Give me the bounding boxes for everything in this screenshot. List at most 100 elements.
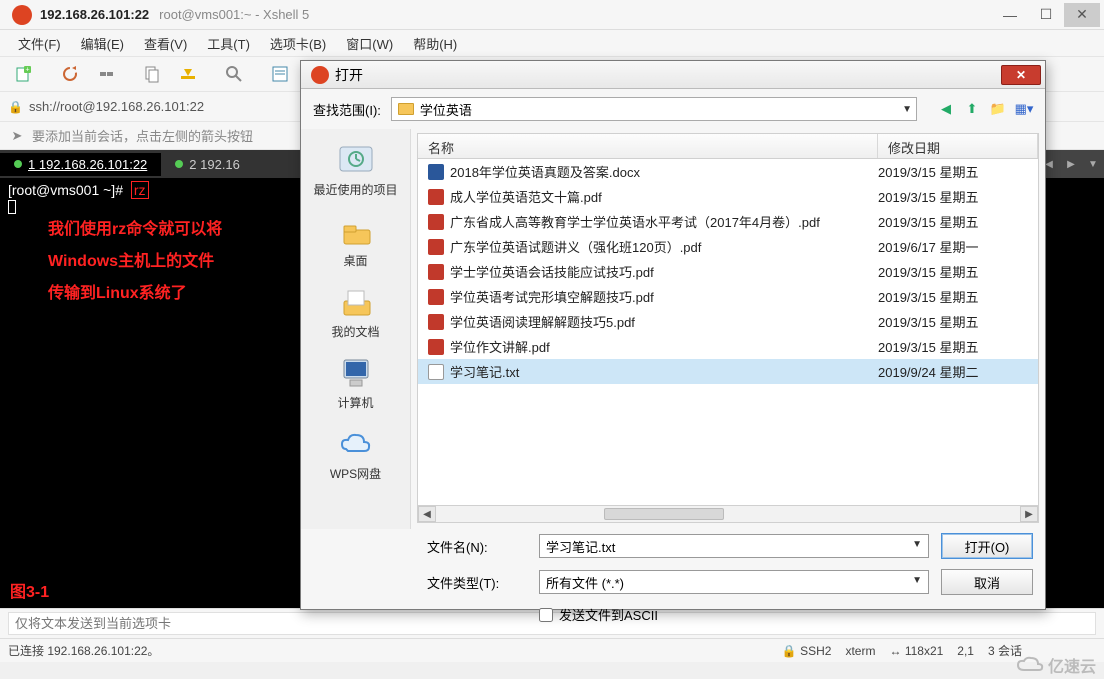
pdf-icon — [428, 339, 444, 355]
ascii-label: 发送文件到ASCII — [559, 605, 658, 624]
properties-button[interactable] — [264, 60, 296, 88]
file-row[interactable]: 学士学位英语会话技能应试技巧.pdf2019/3/15 星期五 — [418, 259, 1038, 284]
menu-edit[interactable]: 编辑(E) — [75, 32, 130, 55]
col-name[interactable]: 名称 — [418, 134, 878, 158]
menu-tabs[interactable]: 选项卡(B) — [264, 32, 332, 55]
file-list[interactable]: 2018年学位英语真题及答案.docx2019/3/15 星期五成人学位英语范文… — [417, 159, 1039, 505]
menu-tools[interactable]: 工具(T) — [201, 32, 256, 55]
filename-label: 文件名(N): — [427, 537, 527, 556]
svg-text:+: + — [25, 67, 29, 74]
status-term: xterm — [845, 644, 875, 658]
minimize-button[interactable]: — — [992, 3, 1028, 27]
maximize-button[interactable]: ☐ — [1028, 3, 1064, 27]
command-rz: rz — [131, 181, 149, 199]
reconnect-button[interactable] — [54, 60, 86, 88]
address-url[interactable]: ssh://root@192.168.26.101:22 — [29, 99, 204, 114]
place-recent[interactable]: 最近使用的项目 — [301, 135, 410, 204]
filename-input[interactable]: 学习笔记.txt ▼ — [539, 534, 929, 558]
file-row[interactable]: 2018年学位英语真题及答案.docx2019/3/15 星期五 — [418, 159, 1038, 184]
tab-2[interactable]: 2 192.16 — [161, 153, 254, 176]
tab-scroll-right[interactable]: ▶ — [1060, 150, 1082, 178]
place-desktop[interactable]: 桌面 — [301, 206, 410, 275]
add-session-arrow-icon[interactable]: ➤ — [8, 127, 26, 145]
pdf-icon — [428, 314, 444, 330]
scroll-right-icon[interactable]: ▶ — [1020, 506, 1038, 522]
tab-menu[interactable]: ▼ — [1082, 150, 1104, 178]
app-icon — [12, 5, 32, 25]
file-row[interactable]: 广东学位英语试题讲义（强化班120页）.pdf2019/6/17 星期一 — [418, 234, 1038, 259]
txt-icon — [428, 364, 444, 380]
back-icon[interactable]: ◀ — [937, 100, 955, 118]
file-date: 2019/3/15 星期五 — [878, 187, 1028, 206]
scroll-thumb[interactable] — [604, 508, 724, 520]
file-row[interactable]: 学习笔记.txt2019/9/24 星期二 — [418, 359, 1038, 384]
prompt: [root@vms001 ~]# — [8, 182, 123, 198]
file-date: 2019/6/17 星期一 — [878, 237, 1028, 256]
tab-label: 2 192.16 — [189, 157, 240, 172]
menu-view[interactable]: 查看(V) — [138, 32, 193, 55]
title-host: 192.168.26.101:22 — [40, 7, 149, 22]
menu-help[interactable]: 帮助(H) — [407, 32, 463, 55]
title-sub: root@vms001:~ - Xshell 5 — [159, 7, 309, 22]
folder-icon — [398, 103, 414, 115]
status-pos: 2,1 — [957, 644, 974, 658]
place-wps[interactable]: WPS网盘 — [301, 419, 410, 488]
lookin-value: 学位英语 — [420, 100, 472, 119]
annotation-line2: Windows主机上的文件 — [48, 246, 222, 278]
open-button[interactable]: 打开(O) — [941, 533, 1033, 559]
new-session-button[interactable]: + — [8, 60, 40, 88]
chevron-down-icon: ▼ — [912, 539, 922, 550]
scroll-left-icon[interactable]: ◀ — [418, 506, 436, 522]
figure-label: 图3-1 — [10, 578, 49, 602]
file-row[interactable]: 成人学位英语范文十篇.pdf2019/3/15 星期五 — [418, 184, 1038, 209]
col-date[interactable]: 修改日期 — [878, 134, 1038, 158]
disconnect-button[interactable] — [90, 60, 122, 88]
open-dialog: 打开 ✕ 查找范围(I): 学位英语 ▼ ◀ ⬆ 📁 ▦▾ 最近使用的项目 桌面 — [300, 60, 1046, 610]
file-row[interactable]: 学位作文讲解.pdf2019/3/15 星期五 — [418, 334, 1038, 359]
menu-file[interactable]: 文件(F) — [12, 32, 67, 55]
menu-window[interactable]: 窗口(W) — [340, 32, 399, 55]
status-dot-icon — [14, 160, 22, 168]
tab-1[interactable]: 1 192.168.26.101:22 — [0, 153, 161, 176]
search-button[interactable] — [218, 60, 250, 88]
pdf-icon — [428, 264, 444, 280]
pdf-icon — [428, 239, 444, 255]
menu-bar: 文件(F) 编辑(E) 查看(V) 工具(T) 选项卡(B) 窗口(W) 帮助(… — [0, 30, 1104, 56]
close-button[interactable]: ✕ — [1064, 3, 1100, 27]
copy-button[interactable] — [136, 60, 168, 88]
dialog-titlebar: 打开 ✕ — [301, 61, 1045, 89]
file-date: 2019/3/15 星期五 — [878, 162, 1028, 181]
annotation-line3: 传输到Linux系统了 — [48, 278, 222, 310]
filetype-combo[interactable]: 所有文件 (*.*) ▼ — [539, 570, 929, 594]
file-date: 2019/3/15 星期五 — [878, 312, 1028, 331]
lookin-combo[interactable]: 学位英语 ▼ — [391, 97, 917, 121]
tab-label: 1 192.168.26.101:22 — [28, 157, 147, 172]
up-icon[interactable]: ⬆ — [963, 100, 981, 118]
file-date: 2019/3/15 星期五 — [878, 262, 1028, 281]
view-icon[interactable]: ▦▾ — [1015, 100, 1033, 118]
window-titlebar: 192.168.26.101:22 root@vms001:~ - Xshell… — [0, 0, 1104, 30]
file-name: 广东省成人高等教育学士学位英语水平考试（2017年4月卷）.pdf — [450, 212, 878, 231]
new-folder-icon[interactable]: 📁 — [989, 100, 1007, 118]
chevron-down-icon: ▼ — [912, 575, 922, 586]
dialog-close-button[interactable]: ✕ — [1001, 65, 1041, 85]
h-scrollbar[interactable]: ◀ ▶ — [417, 505, 1039, 523]
dialog-icon — [311, 66, 329, 84]
annotation-line1: 我们使用rz命令就可以将 — [48, 214, 222, 246]
place-documents[interactable]: 我的文档 — [301, 277, 410, 346]
places-bar: 最近使用的项目 桌面 我的文档 计算机 WPS网盘 — [301, 129, 411, 529]
paste-button[interactable] — [172, 60, 204, 88]
lookin-label: 查找范围(I): — [313, 100, 381, 119]
file-row[interactable]: 学位英语考试完形填空解题技巧.pdf2019/3/15 星期五 — [418, 284, 1038, 309]
file-name: 广东学位英语试题讲义（强化班120页）.pdf — [450, 237, 878, 256]
file-row[interactable]: 广东省成人高等教育学士学位英语水平考试（2017年4月卷）.pdf2019/3/… — [418, 209, 1038, 234]
file-row[interactable]: 学位英语阅读理解解题技巧5.pdf2019/3/15 星期五 — [418, 309, 1038, 334]
filetype-label: 文件类型(T): — [427, 573, 527, 592]
ascii-checkbox[interactable] — [539, 608, 553, 622]
hint-text: 要添加当前会话，点击左侧的箭头按钮 — [32, 126, 253, 145]
cancel-button[interactable]: 取消 — [941, 569, 1033, 595]
chevron-down-icon: ▼ — [902, 104, 912, 115]
file-name: 2018年学位英语真题及答案.docx — [450, 162, 878, 181]
place-computer[interactable]: 计算机 — [301, 348, 410, 417]
dialog-title: 打开 — [335, 65, 1001, 85]
